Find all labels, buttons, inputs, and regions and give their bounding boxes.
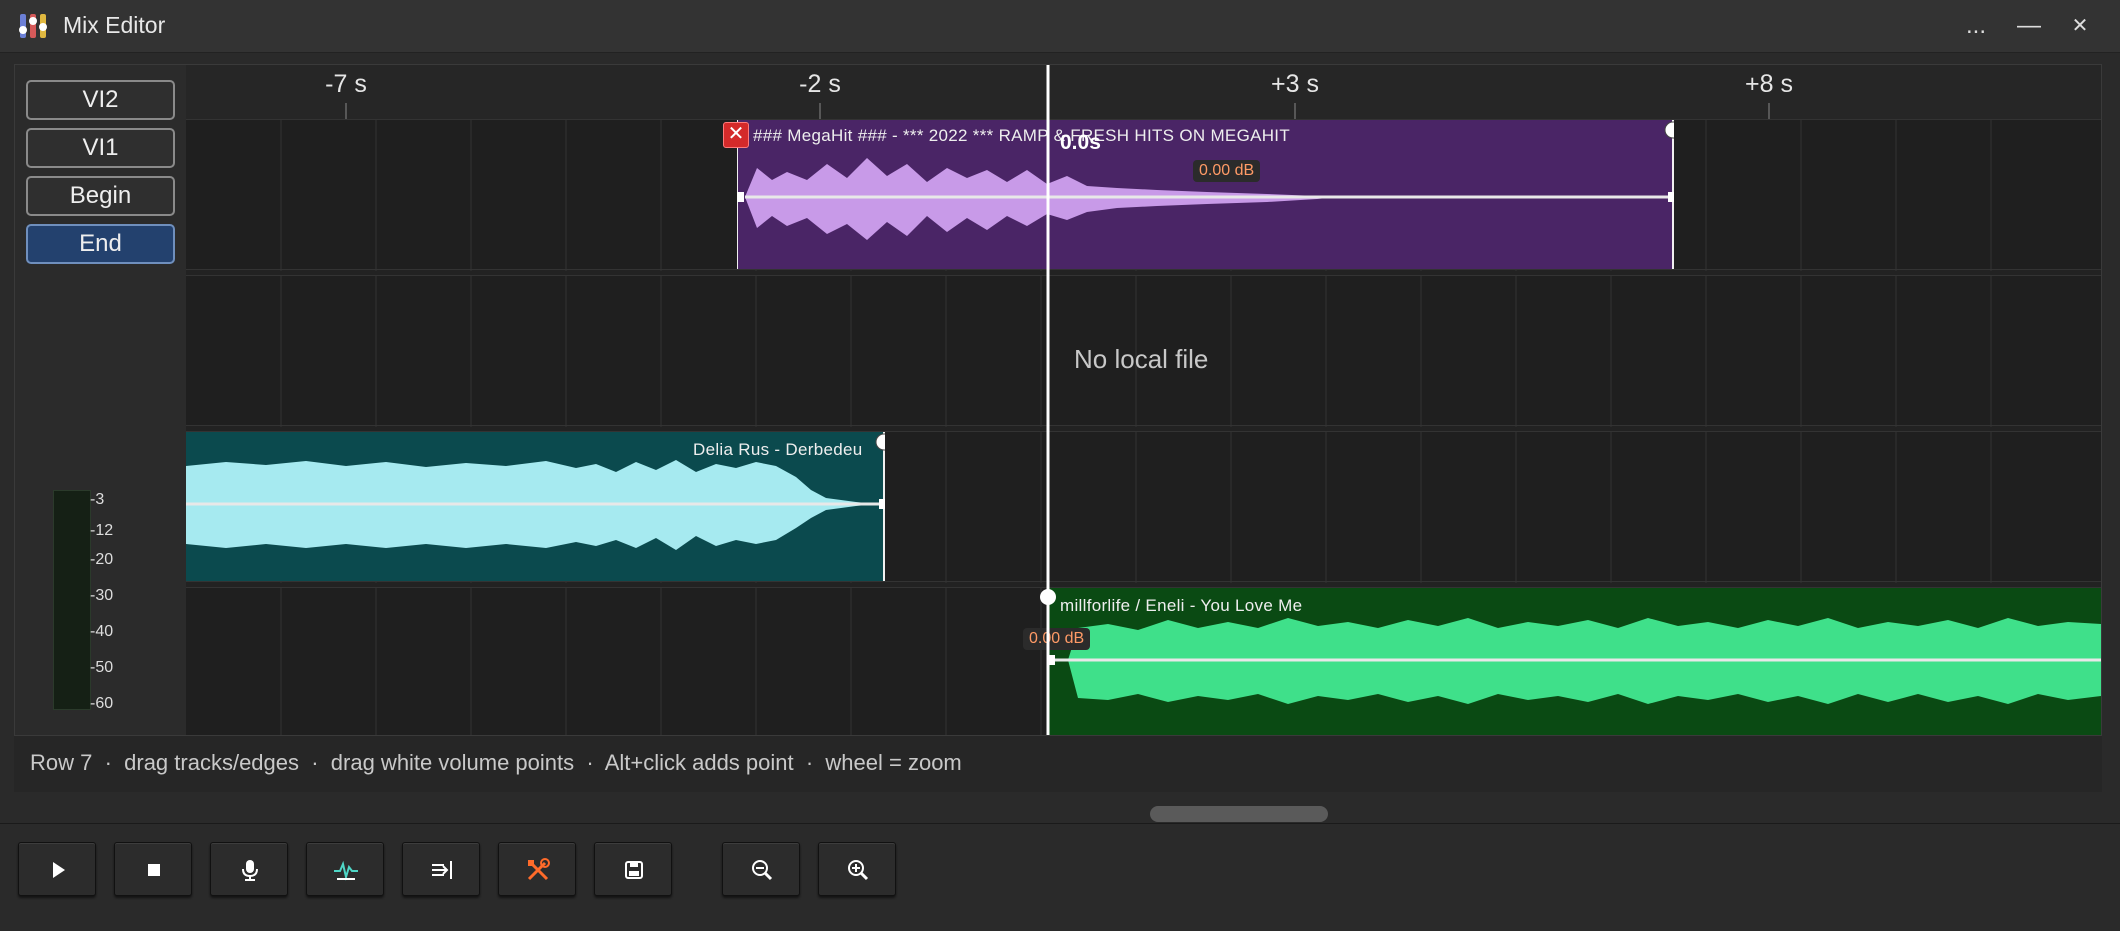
meter-label: -50 bbox=[90, 659, 114, 676]
status-bar: Row 7 · drag tracks/edges · drag white v… bbox=[14, 736, 2102, 792]
waveform-button[interactable] bbox=[306, 842, 384, 896]
marker-sidebar: VI2 VI1 Begin End -3 -12 -20 -30 -40 -50… bbox=[15, 65, 187, 735]
align-end-button[interactable] bbox=[402, 842, 480, 896]
tools-icon bbox=[527, 858, 550, 881]
meter-label: -40 bbox=[90, 623, 114, 640]
save-button[interactable] bbox=[594, 842, 672, 896]
stop-icon bbox=[148, 864, 160, 876]
meter-label: -3 bbox=[90, 491, 105, 508]
minimize-button[interactable]: — bbox=[2011, 10, 2047, 42]
playhead-time-label: 0.0s bbox=[1060, 131, 1101, 154]
close-button[interactable]: ✕ bbox=[2062, 10, 2098, 42]
align-end-icon bbox=[432, 861, 452, 879]
status-hint-text: Row 7 · drag tracks/edges · drag white v… bbox=[30, 750, 962, 775]
play-icon bbox=[53, 862, 65, 878]
tools-button[interactable] bbox=[498, 842, 576, 896]
marker-begin-button[interactable]: Begin bbox=[26, 176, 175, 216]
meter-label: -60 bbox=[90, 695, 114, 712]
more-options-button[interactable]: ... bbox=[1958, 10, 1994, 42]
zoom-out-icon bbox=[752, 860, 773, 881]
marker-vi2-button[interactable]: VI2 bbox=[26, 80, 175, 120]
microphone-icon bbox=[242, 860, 258, 881]
app-icon bbox=[19, 14, 47, 38]
window-title: Mix Editor bbox=[63, 12, 166, 38]
timeline[interactable]: -7 s -2 s +3 s +8 s ✕ ### MegaHit ### - … bbox=[186, 65, 2101, 735]
horizontal-scrollbar-thumb[interactable] bbox=[1150, 806, 1328, 822]
editor-panel: VI2 VI1 Begin End -3 -12 -20 -30 -40 -50… bbox=[14, 64, 2102, 736]
mix-editor-window: Mix Editor ... — ✕ VI2 VI1 Begin End -3 … bbox=[0, 0, 2120, 931]
meter-label: -20 bbox=[90, 551, 114, 568]
zoom-in-icon bbox=[848, 860, 869, 881]
stop-button[interactable] bbox=[114, 842, 192, 896]
zoom-out-button[interactable] bbox=[722, 842, 800, 896]
title-bar: Mix Editor ... — ✕ bbox=[0, 0, 2120, 53]
meter-label: -30 bbox=[90, 587, 114, 604]
zoom-in-button[interactable] bbox=[818, 842, 896, 896]
marker-vi1-button[interactable]: VI1 bbox=[26, 128, 175, 168]
waveform-icon bbox=[334, 860, 358, 881]
meter-label: -12 bbox=[90, 522, 114, 539]
save-icon bbox=[625, 861, 643, 879]
level-meter bbox=[53, 490, 91, 710]
playhead[interactable] bbox=[186, 65, 2101, 735]
transport-toolbar bbox=[0, 823, 2120, 931]
record-button[interactable] bbox=[210, 842, 288, 896]
marker-end-button[interactable]: End bbox=[26, 224, 175, 264]
play-button[interactable] bbox=[18, 842, 96, 896]
